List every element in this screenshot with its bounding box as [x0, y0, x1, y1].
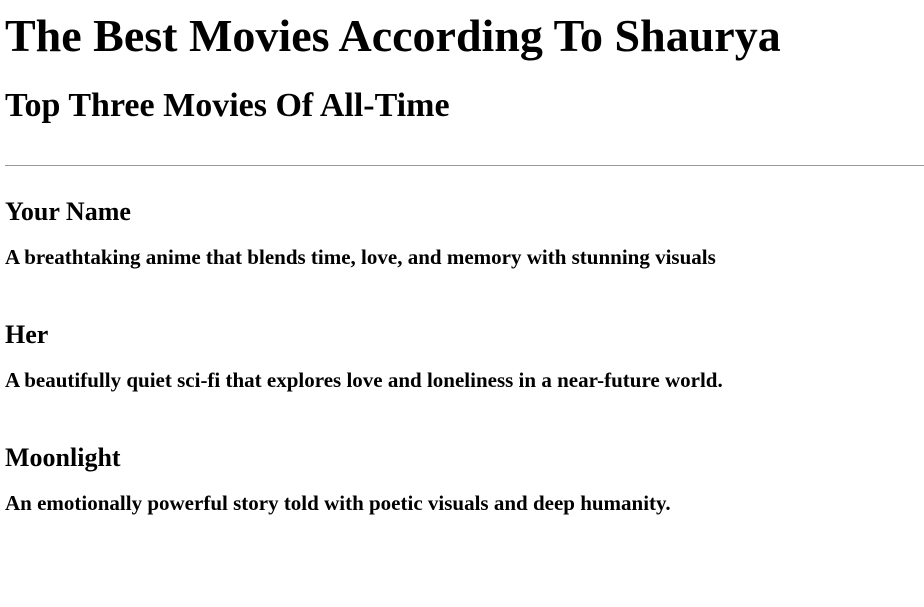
movie-description: A breathtaking anime that blends time, l… — [5, 245, 716, 269]
movie-title: Your Name — [5, 197, 131, 226]
movie-title: Moonlight — [5, 443, 121, 472]
movie-item-her: Her A beautifully quiet sci-fi that expl… — [5, 320, 924, 392]
page-title: The Best Movies According To Shaurya — [5, 10, 781, 61]
page-content: The Best Movies According To Shaurya Top… — [0, 0, 924, 126]
movie-title: Her — [5, 320, 49, 349]
movie-item-moonlight: Moonlight An emotionally powerful story … — [5, 443, 924, 515]
divider — [5, 165, 924, 166]
movie-item-your-name: Your Name A breathtaking anime that blen… — [5, 197, 924, 269]
page-subtitle: Top Three Movies Of All-Time — [5, 87, 450, 124]
movie-description: An emotionally powerful story told with … — [5, 491, 671, 515]
movie-description: A beautifully quiet sci-fi that explores… — [5, 368, 723, 392]
